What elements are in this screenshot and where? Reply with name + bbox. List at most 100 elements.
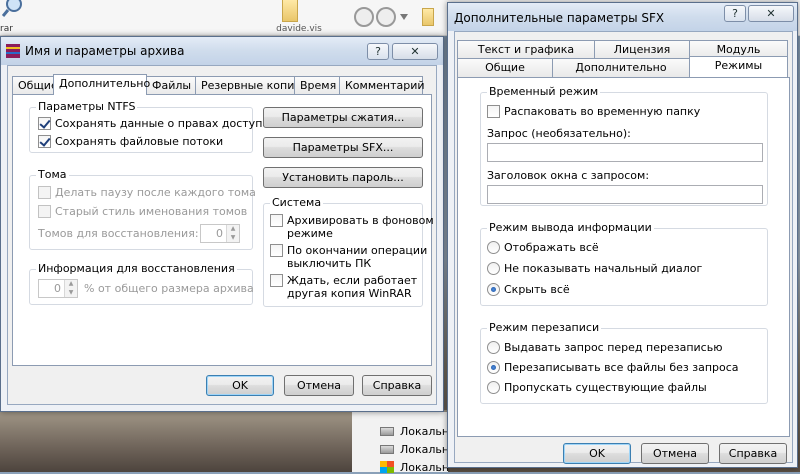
radio[interactable] [487, 381, 500, 394]
cancel-button[interactable]: Отмена [284, 375, 354, 396]
sfx-dialog: Дополнительные параметры SFX ? ✕ Текст и… [447, 2, 798, 468]
overwrite-mode-option[interactable]: Пропускать существующие файлы [487, 381, 707, 394]
save-access-rights-option[interactable]: Сохранять данные о правах доступа [38, 117, 269, 130]
window-title: Имя и параметры архива [25, 44, 185, 58]
help-button[interactable]: ? [367, 43, 389, 60]
dialog-body: Текст и графика Лицензия Модуль Общие До… [454, 31, 793, 464]
radio[interactable] [487, 262, 500, 275]
output-mode-option[interactable]: Скрыть всё [487, 283, 570, 296]
group-title: Система [270, 196, 324, 209]
desktop-folder-label: davide.vis [276, 24, 322, 34]
checkbox[interactable] [487, 105, 500, 118]
background-archive-option[interactable]: Архивировать в фоновом режиме [270, 214, 434, 240]
pause-after-volume-option[interactable]: Делать паузу после каждого тома [38, 186, 256, 199]
group-title: Параметры NTFS [36, 100, 138, 113]
tab-advanced[interactable]: Дополнительно [53, 74, 150, 95]
recovery-volumes-spinner[interactable]: 0 ▲ ▼ [200, 224, 240, 243]
group-title: Тома [36, 168, 69, 181]
group-title: Режим перезаписи [487, 321, 602, 334]
window-title: Дополнительные параметры SFX [454, 11, 665, 25]
checkbox[interactable] [270, 274, 283, 287]
tab-backup[interactable]: Резервные копии [195, 76, 302, 95]
recovery-percent-suffix: % от общего размера архива [84, 282, 254, 295]
group-title: Временный режим [487, 85, 601, 98]
recovery-percent-spinner[interactable]: 0 ▲ ▼ [38, 279, 78, 298]
list-item[interactable]: Локальн [380, 424, 449, 438]
list-item[interactable]: Локальн [380, 442, 449, 456]
tab-text-graphics[interactable]: Текст и графика [457, 40, 595, 59]
output-mode-option[interactable]: Отображать всё [487, 241, 599, 254]
tab-general[interactable]: Общие [457, 58, 553, 77]
windows-flag-icon [380, 461, 394, 473]
set-password-button[interactable]: Установить пароль... [263, 167, 423, 188]
recovery-info-group: Информация для восстановления 0 ▲ ▼ % от … [29, 262, 254, 305]
desktop-icon-label: rar [0, 24, 13, 34]
overwrite-mode-option[interactable]: Перезаписывать все файлы без запроса [487, 361, 739, 374]
sfx-settings-button[interactable]: Параметры SFX... [263, 137, 423, 158]
close-button[interactable]: ✕ [748, 5, 794, 22]
tab-panel-advanced: Параметры NTFS Сохранять данные о правах… [12, 94, 434, 366]
group-title: Информация для восстановления [36, 262, 237, 275]
checkbox[interactable] [270, 214, 283, 227]
radio[interactable] [487, 241, 500, 254]
recovery-volumes-label: Томов для восстановления: [38, 227, 199, 240]
ok-button[interactable]: OK [206, 375, 274, 396]
winrar-icon [6, 44, 20, 58]
spin-down-icon[interactable]: ▼ [65, 288, 77, 297]
spin-down-icon[interactable]: ▼ [227, 233, 239, 242]
close-button[interactable]: ✕ [392, 43, 438, 60]
drive-icon [380, 444, 394, 454]
prompt-label: Запрос (необязательно): [487, 127, 631, 140]
output-mode-group: Режим вывода информации Отображать всё Н… [480, 221, 768, 306]
wait-winrar-option[interactable]: Ждать, если работает другая копия WinRAR [270, 274, 417, 300]
magnifier-icon [2, 0, 22, 17]
tab-bar-bottom: Общие Дополнительно Режимы [457, 56, 788, 77]
overwrite-mode-option[interactable]: Выдавать запрос перед перезаписью [487, 341, 722, 354]
ok-button[interactable]: OK [563, 443, 631, 464]
compression-settings-button[interactable]: Параметры сжатия... [263, 107, 423, 128]
help-footer-button[interactable]: Справка [719, 443, 787, 464]
radio[interactable] [487, 341, 500, 354]
checkbox[interactable] [38, 135, 51, 148]
tab-bar: Общие Дополнительно Файлы Резервные копи… [12, 74, 425, 95]
tab-panel-modes: Временный режим Распаковать во временную… [457, 77, 790, 437]
system-group: Система Архивировать в фоновом режиме По … [263, 196, 434, 307]
radio[interactable] [487, 283, 500, 296]
spin-up-icon[interactable]: ▲ [227, 225, 239, 234]
unpack-temp-option[interactable]: Распаковать во временную папку [487, 105, 700, 118]
dialog-body: Общие Дополнительно Файлы Резервные копи… [7, 65, 437, 405]
temp-mode-group: Временный режим Распаковать во временную… [480, 85, 768, 206]
spin-up-icon[interactable]: ▲ [65, 280, 77, 289]
tab-license[interactable]: Лицензия [594, 40, 690, 59]
checkbox[interactable] [270, 244, 283, 257]
archive-dialog: Имя и параметры архива ? ✕ Общие Дополни… [0, 36, 444, 412]
cancel-button[interactable]: Отмена [641, 443, 709, 464]
folder-icon[interactable] [282, 0, 298, 22]
drive-icon [380, 426, 394, 436]
folder-icon[interactable] [422, 8, 434, 26]
ntfs-group: Параметры NTFS Сохранять данные о правах… [29, 100, 269, 153]
checkbox[interactable] [38, 205, 51, 218]
help-button[interactable]: ? [724, 5, 746, 22]
prompt-input[interactable] [487, 143, 763, 162]
output-mode-option[interactable]: Не показывать начальный диалог [487, 262, 702, 275]
checkbox[interactable] [38, 186, 51, 199]
tab-advanced[interactable]: Дополнительно [552, 58, 690, 77]
tab-files[interactable]: Файлы [146, 76, 196, 95]
prompt-title-label: Заголовок окна с запросом: [487, 169, 650, 182]
checkbox[interactable] [38, 117, 51, 130]
shutdown-option[interactable]: По окончании операции выключить ПК [270, 244, 427, 270]
volumes-group: Тома Делать паузу после каждого тома Ста… [29, 168, 256, 250]
tab-modes[interactable]: Режимы [689, 56, 788, 77]
prompt-title-input[interactable] [487, 185, 763, 204]
radio[interactable] [487, 361, 500, 374]
tab-comment[interactable]: Комментарий [339, 76, 425, 95]
old-naming-option[interactable]: Старый стиль именования томов [38, 205, 247, 218]
group-title: Режим вывода информации [487, 221, 654, 234]
save-file-streams-option[interactable]: Сохранять файловые потоки [38, 135, 223, 148]
tab-general[interactable]: Общие [12, 76, 58, 95]
glasses-icon [354, 7, 408, 27]
help-footer-button[interactable]: Справка [362, 375, 432, 396]
tab-time[interactable]: Время [294, 76, 340, 95]
overwrite-mode-group: Режим перезаписи Выдавать запрос перед п… [480, 321, 768, 404]
